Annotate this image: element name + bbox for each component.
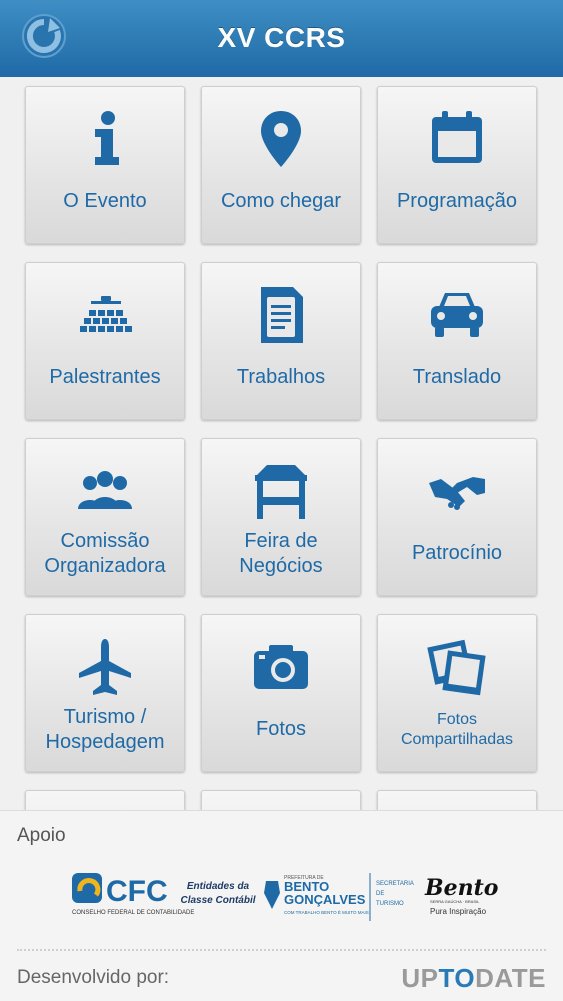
brand-to: TO [438, 963, 476, 993]
tile-translado[interactable]: Translado [377, 262, 537, 420]
tile-fotos-compartilhadas[interactable]: Fotos Compartilhadas [377, 614, 537, 772]
tile-label: O Evento [63, 190, 147, 212]
footer-divider [17, 949, 546, 951]
photos-icon [427, 639, 486, 696]
audience-icon [80, 296, 132, 332]
cfc-logo: CFC CONSELHO FEDERAL DE CONTABILIDADE [72, 873, 194, 916]
tile-partial[interactable] [377, 790, 537, 810]
pura-text: Pura Inspiração [430, 907, 487, 916]
bento-tagline: COM TRABALHO BENTO É MUITO MAIS [284, 909, 369, 915]
tile-label: Translado [412, 366, 502, 388]
sponsor-logos: CFC CONSELHO FEDERAL DE CONTABILIDADE En… [72, 873, 498, 921]
tile-label: Feira de Negócios [206, 529, 356, 579]
tile-label-line: Turismo / [63, 706, 147, 728]
app-header: XV CCRS [0, 0, 563, 78]
camera-icon [254, 645, 308, 689]
tile-label: Turismo / Hospedagem [30, 705, 180, 755]
tile-palestrantes[interactable]: Palestrantes [25, 262, 185, 420]
tile-label: Fotos Compartilhadas [382, 710, 532, 750]
tile-feira-de-negocios[interactable]: Feira de Negócios [201, 438, 361, 596]
tile-como-chegar[interactable]: Como chegar [201, 86, 361, 244]
tile-label-line: Organizadora [44, 555, 166, 577]
secretaria-line: DE [376, 891, 384, 897]
entidades-line: Classe Contábil [180, 895, 255, 906]
tile-label-line: Compartilhadas [400, 731, 514, 748]
brand-up: UP [401, 963, 439, 993]
tile-label-line: Feira de [244, 530, 318, 552]
serra-text: SERRA GAÚCHA · BRASIL [430, 899, 480, 904]
tile-label: Comissão Organizadora [30, 529, 180, 579]
uptodate-logo[interactable]: UPTODATE [401, 963, 546, 994]
cfc-subtitle: CONSELHO FEDERAL DE CONTABILIDADE [72, 910, 194, 916]
bento-goncalves-logo: PREFEITURA DE BENTO GONÇALVES COM TRABAL… [264, 873, 414, 921]
document-icon [261, 287, 303, 343]
tile-label: Como chegar [220, 190, 342, 212]
bento-line2: GONÇALVES [284, 892, 366, 907]
tile-label: Palestrantes [49, 366, 161, 388]
booth-icon [255, 465, 307, 519]
tile-label-line: Comissão [60, 530, 150, 552]
tile-label-line: Negócios [239, 555, 323, 577]
tile-label-line: Fotos [436, 711, 477, 728]
entidades-logo: Entidades da Classe Contábil [180, 881, 255, 906]
tile-turismo-hospedagem[interactable]: Turismo / Hospedagem [25, 614, 185, 772]
tile-fotos[interactable]: Fotos [201, 614, 361, 772]
app-title: XV CCRS [217, 22, 346, 53]
handshake-icon [429, 477, 485, 510]
tile-partial[interactable] [25, 790, 185, 810]
airplane-icon [79, 639, 131, 695]
secretaria-line: TURISMO [376, 901, 404, 907]
tile-label: Patrocínio [411, 542, 503, 564]
tile-trabalhos[interactable]: Trabalhos [201, 262, 361, 420]
bento-pura-inspiracao-logo: Bento SERRA GAÚCHA · BRASIL Pura Inspira… [424, 875, 498, 916]
tile-label: Trabalhos [236, 366, 326, 388]
entidades-line: Entidades da [187, 881, 250, 892]
info-icon [95, 111, 119, 165]
car-icon [431, 293, 483, 337]
tile-partial[interactable] [201, 790, 361, 810]
cfc-text: CFC [106, 875, 168, 908]
group-icon [78, 471, 132, 509]
menu-grid: O Evento Como chegar Programação Palestr… [0, 77, 563, 810]
calendar-icon [432, 111, 482, 163]
tile-label: Fotos [255, 718, 307, 740]
developed-by-label: Desenvolvido por: [17, 967, 170, 988]
map-pin-icon [261, 111, 301, 167]
tile-label-line: Hospedagem [45, 731, 165, 753]
secretaria-line: SECRETARIA [376, 881, 414, 887]
bento-script: Bento [424, 875, 498, 901]
footer: Apoio CFC CONSELHO FEDERAL DE CONTABILID… [0, 810, 563, 1001]
tile-programacao[interactable]: Programação [377, 86, 537, 244]
tile-patrocinio[interactable]: Patrocínio [377, 438, 537, 596]
brand-date: DATE [475, 963, 546, 993]
tile-comissao-organizadora[interactable]: Comissão Organizadora [25, 438, 185, 596]
tile-label: Programação [396, 190, 518, 212]
apoio-label: Apoio [17, 825, 66, 846]
tile-o-evento[interactable]: O Evento [25, 86, 185, 244]
